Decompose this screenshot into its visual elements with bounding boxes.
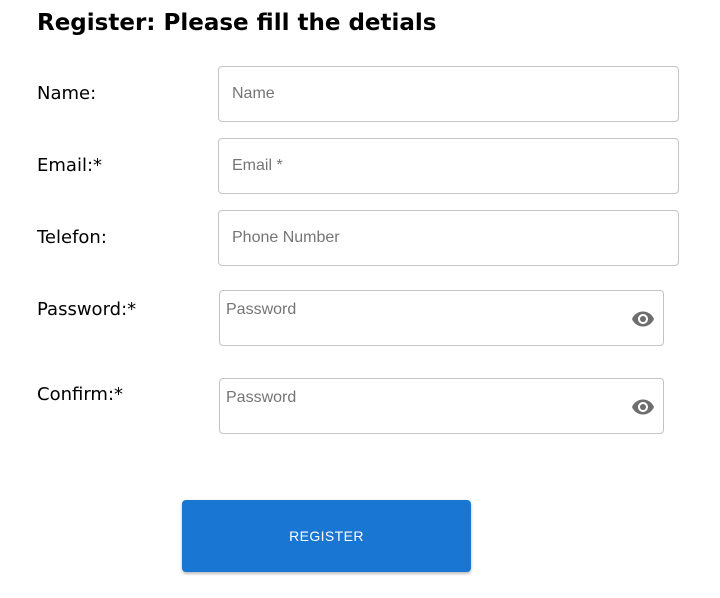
phone-input[interactable]: [219, 211, 678, 265]
email-input[interactable]: [219, 139, 678, 193]
confirm-label: Confirm:*: [37, 384, 124, 405]
password-input[interactable]: [220, 291, 663, 329]
eye-icon: [632, 311, 654, 327]
password-visibility-toggle[interactable]: [631, 307, 655, 331]
confirm-field: [219, 378, 664, 434]
eye-icon: [632, 399, 654, 415]
password-field: [219, 290, 664, 346]
name-label: Name:: [37, 83, 97, 104]
telefon-field: [218, 210, 679, 266]
password-label: Password:*: [37, 299, 137, 320]
email-field: [218, 138, 679, 194]
confirm-visibility-toggle[interactable]: [631, 395, 655, 419]
page-title: Register: Please fill the detials: [37, 10, 437, 36]
name-field: [218, 66, 679, 122]
name-input[interactable]: [219, 67, 678, 121]
confirm-password-input[interactable]: [220, 379, 663, 417]
email-label: Email:*: [37, 155, 103, 176]
telefon-label: Telefon:: [37, 227, 107, 248]
register-button[interactable]: REGISTER: [182, 500, 471, 572]
